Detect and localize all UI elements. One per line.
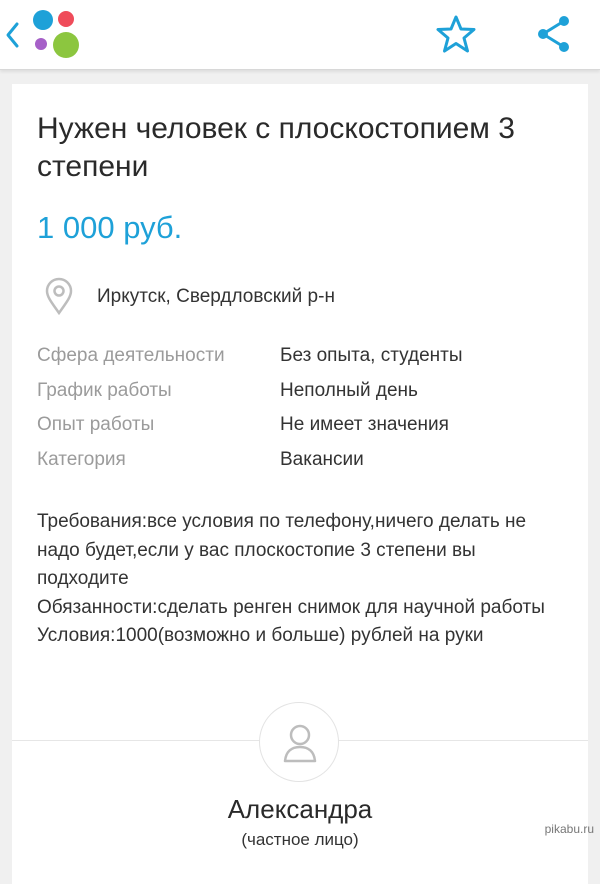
param-value: Без опыта, студенты <box>280 345 463 367</box>
listing-price: 1 000 руб. <box>37 208 182 248</box>
seller-name[interactable]: Александра <box>12 794 588 825</box>
listing-location[interactable]: Иркутск, Свердловский р-н <box>97 284 335 310</box>
avito-logo-icon[interactable] <box>30 8 82 60</box>
param-label: Категория <box>37 449 126 471</box>
param-row: График работы Неполный день <box>37 377 577 412</box>
seller-avatar[interactable] <box>259 702 339 782</box>
location-pin-icon <box>42 276 76 316</box>
share-icon[interactable] <box>534 13 574 55</box>
chevron-left-icon[interactable] <box>4 21 22 49</box>
param-row: Сфера деятельности Без опыта, студенты <box>37 342 577 377</box>
listing-card: Нужен человек с плоскостопием 3 степени … <box>12 84 588 884</box>
top-app-bar <box>0 0 600 70</box>
user-icon <box>280 721 320 765</box>
seller-type: (частное лицо) <box>12 830 588 850</box>
param-label: График работы <box>37 380 172 402</box>
param-row: Категория Вакансии <box>37 446 577 481</box>
star-outline-icon[interactable] <box>436 14 476 54</box>
listing-title: Нужен человек с плоскостопием 3 степени <box>37 110 567 186</box>
param-row: Опыт работы Не имеет значения <box>37 411 577 446</box>
watermark: pikabu.ru <box>545 822 594 836</box>
param-label: Опыт работы <box>37 414 154 436</box>
param-label: Сфера деятельности <box>37 345 225 367</box>
description-conditions: Условия:1000(возможно и больше) рублей н… <box>37 622 567 651</box>
description-requirements: Требования:все условия по телефону,ничег… <box>37 508 567 594</box>
param-value: Не имеет значения <box>280 414 449 436</box>
param-value: Неполный день <box>280 380 418 402</box>
listing-params: Сфера деятельности Без опыта, студенты Г… <box>37 342 577 481</box>
listing-description: Требования:все условия по телефону,ничег… <box>37 508 567 651</box>
param-value: Вакансии <box>280 449 364 471</box>
description-duties: Обязанности:сделать ренген снимок для на… <box>37 594 567 623</box>
